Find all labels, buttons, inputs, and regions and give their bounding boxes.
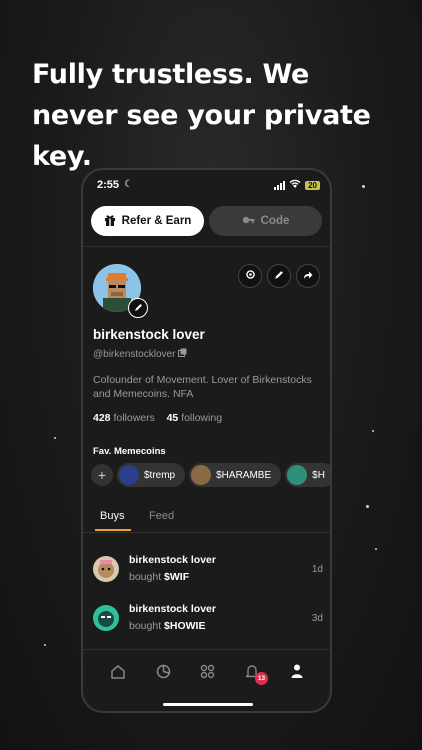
bottom-nav: 13 — [83, 650, 330, 690]
coin-avatar — [93, 605, 119, 631]
home-icon — [110, 664, 126, 682]
plus-icon: + — [97, 467, 107, 483]
tab-buys[interactable]: Buys — [100, 510, 124, 522]
activity-user: birkenstock lover — [129, 554, 216, 566]
activity-time: 3d — [311, 613, 323, 624]
pencil-icon — [274, 270, 284, 283]
home-indicator — [163, 703, 253, 706]
headline: Fully trustless. We never see your priva… — [32, 59, 371, 172]
following-stat[interactable]: 45 following — [167, 412, 222, 424]
following-label: following — [181, 412, 223, 424]
signal-icon — [274, 180, 286, 190]
star-dot — [54, 437, 56, 439]
pencil-icon — [134, 303, 143, 314]
fav-memecoins-label: Fav. Memecoins — [93, 446, 166, 457]
profile-bio: Cofounder of Movement. Lover of Birkenst… — [93, 374, 312, 400]
share-icon — [303, 270, 313, 283]
share-button[interactable] — [296, 264, 320, 288]
memecoin-chip[interactable]: $HARAMBE — [189, 463, 282, 487]
following-count: 45 — [166, 412, 179, 424]
activity-user: birkenstock lover — [129, 603, 216, 615]
phone-frame: 2:55 ☾ 20 Refer & Earn Code birkenstock … — [81, 168, 332, 713]
activity-ticker: $WIF — [164, 571, 190, 583]
code-button[interactable]: Code — [209, 206, 322, 236]
nav-home[interactable] — [107, 662, 129, 684]
followers-count: 428 — [93, 412, 111, 424]
nav-portfolio[interactable] — [152, 662, 174, 684]
status-bar: 2:55 ☾ 20 — [83, 170, 330, 200]
coin-ticker: $H — [312, 469, 325, 481]
people-icon — [199, 664, 216, 682]
add-memecoin-button[interactable]: + — [91, 464, 113, 486]
coin-ticker: $HARAMBE — [216, 469, 272, 481]
wifi-icon — [289, 179, 301, 191]
profile-name: birkenstock lover — [93, 327, 205, 342]
gear-icon — [245, 269, 256, 283]
code-label: Code — [260, 215, 290, 227]
star-dot — [44, 644, 46, 646]
refer-earn-button[interactable]: Refer & Earn — [91, 206, 204, 236]
refer-earn-label: Refer & Earn — [121, 215, 192, 227]
activity-ticker: $HOWIE — [164, 620, 206, 632]
activity-desc: bought $WIF — [129, 571, 189, 583]
star-dot — [366, 505, 369, 508]
activity-item[interactable]: birkenstock lover bought $HOWIE 3d — [93, 601, 323, 637]
coin-avatar — [119, 465, 139, 485]
followers-label: followers — [113, 412, 155, 424]
divider — [83, 246, 330, 247]
activity-verb: bought — [129, 571, 162, 583]
profile-handle: @birkenstocklover — [93, 348, 187, 360]
coin-avatar — [191, 465, 212, 485]
moon-icon: ☾ — [124, 179, 133, 190]
tab-feed[interactable]: Feed — [149, 510, 174, 522]
active-tab-indicator — [95, 529, 131, 531]
coin-avatar — [93, 556, 119, 582]
divider — [83, 532, 330, 533]
settings-button[interactable] — [238, 264, 262, 288]
gift-icon — [104, 214, 116, 229]
memecoin-chip[interactable]: $tremp — [117, 463, 186, 487]
activity-time: 1d — [311, 564, 323, 575]
copy-icon[interactable] — [178, 348, 187, 360]
edit-avatar-button[interactable] — [128, 298, 148, 318]
edit-profile-button[interactable] — [267, 264, 291, 288]
follow-stats: 428 followers 45 following — [93, 412, 222, 424]
key-icon — [242, 214, 255, 229]
coin-avatar — [287, 465, 308, 485]
profile-tabs: Buys Feed — [83, 504, 330, 534]
star-dot — [372, 430, 374, 432]
activity-desc: bought $HOWIE — [129, 620, 205, 632]
followers-stat[interactable]: 428 followers — [93, 412, 155, 424]
activity-verb: bought — [129, 620, 162, 632]
fav-memecoins-row: + $tremp $HARAMBE $H — [91, 463, 330, 487]
person-icon — [291, 664, 303, 682]
memecoin-chip[interactable]: $H — [285, 463, 330, 487]
battery-indicator: 20 — [305, 180, 320, 190]
activity-item[interactable]: birkenstock lover bought $WIF 1d — [93, 552, 323, 588]
star-dot — [375, 548, 377, 550]
handle-text: @birkenstocklover — [93, 349, 176, 360]
nav-community[interactable] — [196, 662, 218, 684]
nav-profile[interactable] — [286, 662, 308, 684]
star-dot — [362, 185, 365, 188]
notification-badge: 13 — [255, 672, 268, 685]
pie-chart-icon — [156, 664, 171, 682]
coin-ticker: $tremp — [144, 469, 176, 481]
status-time: 2:55 — [97, 179, 120, 191]
nav-notifications[interactable]: 13 — [241, 662, 268, 685]
